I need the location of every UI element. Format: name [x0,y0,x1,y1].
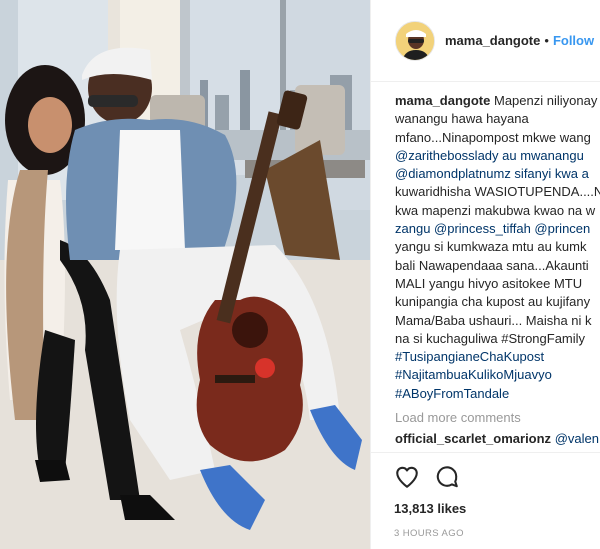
post-caption: mama_dangote Mapenzi niliyonay wanangu h… [395,92,600,403]
caption-line: kunipangia cha kupost au kujifany [395,294,591,310]
caption-hashtag[interactable]: #ABoyFromTandale [395,385,600,403]
heart-icon[interactable] [394,464,420,490]
comment-text[interactable]: @valen [555,431,599,446]
caption-line: Mama/Baba ushauri... Maisha ni k [395,312,592,328]
caption-line: MALI yangu hivyo asitokee MTU [395,275,583,291]
caption-hashtag-line: na si kuchaguliwa #StrongFamily [395,330,586,346]
caption-hashtag[interactable]: #TusipangianeChaKupost [395,348,600,366]
post-actions: 13,813 likes 3 HOURS AGO [370,452,600,539]
avatar[interactable] [395,20,435,61]
post-timestamp: 3 HOURS AGO [394,528,464,539]
caption-line: yangu si kumkwaza mtu au kumk [395,239,587,255]
header-separator: • [544,33,549,48]
caption-line: kuwaridhisha WASIOTUPENDA....N [395,184,600,200]
caption-mention[interactable]: zangu @princess_tiffah @princen [395,220,600,238]
caption-hashtag[interactable]: #NajitambuaKulikoMjuavyo [395,366,600,384]
header-username[interactable]: mama_dangote [445,33,540,48]
caption-line: wanangu hawa hayana [395,111,529,127]
comments-section: mama_dangote Mapenzi niliyonay wanangu h… [395,92,600,448]
avatar-image [396,21,434,60]
caption-text: Mapenzi niliyonay [494,93,598,108]
load-more-comments-link[interactable]: Load more comments [395,409,600,427]
caption-line: mfano...Ninapompost mkwe wang [395,129,591,145]
caption-mention[interactable]: @diamondplatnumz sifanyi kwa a [395,165,600,183]
caption-line: kwa mapenzi makubwa kwao na w [395,202,596,218]
action-icons [370,453,600,493]
comment-username[interactable]: official_scarlet_omarionz [395,431,551,446]
follow-button[interactable]: Follow [553,33,594,48]
likes-count[interactable]: 13,813 likes [370,501,600,516]
caption-line: mama_dangote Mapenzi niliyonay [395,92,600,110]
caption-line: bali Nawapendaaa sana...Akaunti [395,257,589,273]
comment-icon[interactable] [434,464,460,490]
photo-illustration [0,0,370,549]
caption-username[interactable]: mama_dangote [395,93,490,108]
post-header: mama_dangote • Follow [371,0,600,82]
caption-mention[interactable]: @zarithebosslady au mwanangu [395,147,600,165]
comment-item: official_scarlet_omarionz @valen [395,430,600,448]
post-photo[interactable] [0,0,370,549]
